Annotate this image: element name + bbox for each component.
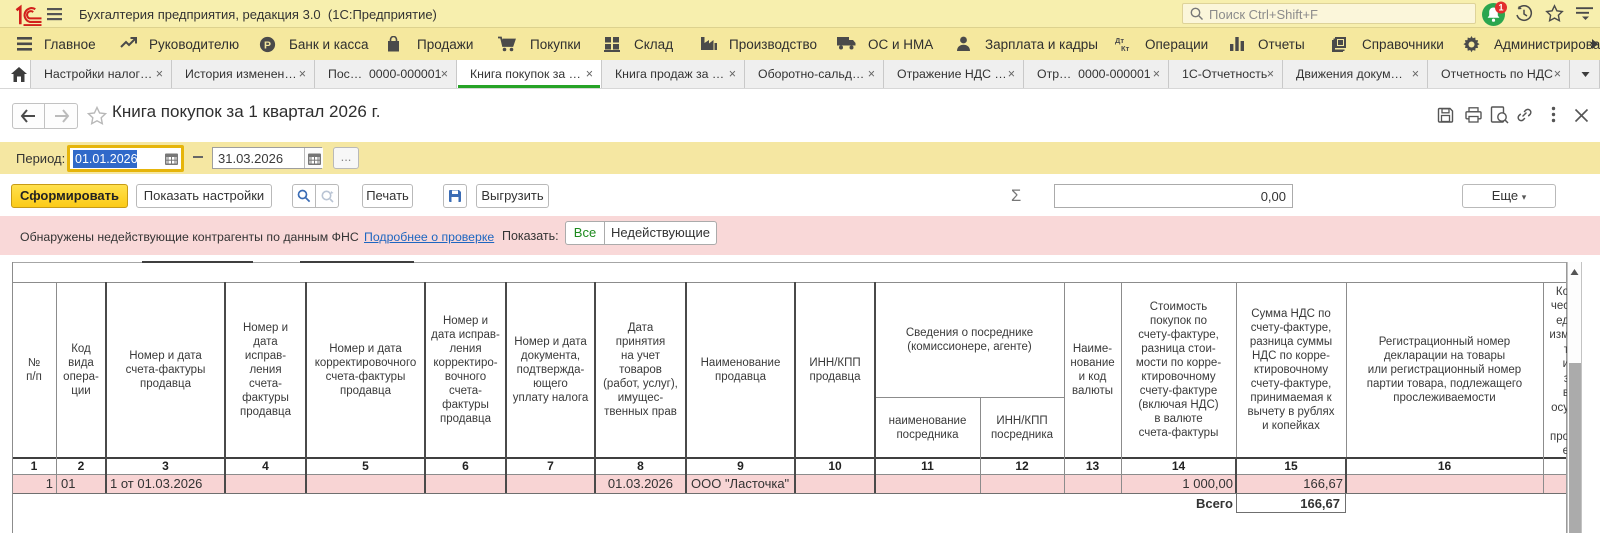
- svg-text:Кт: Кт: [1121, 44, 1130, 52]
- svg-text:P: P: [264, 39, 271, 51]
- svg-text:1: 1: [1498, 3, 1503, 13]
